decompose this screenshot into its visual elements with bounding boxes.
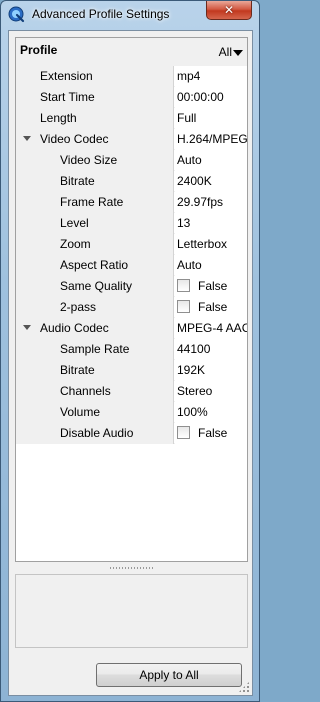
property-name: Same Quality bbox=[32, 276, 174, 297]
property-row[interactable]: Level 13 bbox=[16, 213, 247, 234]
checkbox[interactable] bbox=[177, 300, 190, 314]
property-name: Sample Rate bbox=[32, 339, 174, 360]
property-name: Channels bbox=[32, 381, 174, 402]
property-name: 2-pass bbox=[32, 297, 174, 318]
property-value[interactable]: MPEG-4 AAC bbox=[175, 318, 247, 339]
advanced-profile-settings-window: Advanced Profile Settings ✕ Profile All … bbox=[0, 0, 260, 702]
panel-title: Profile bbox=[20, 43, 58, 57]
row-gutter bbox=[16, 255, 32, 276]
app-icon bbox=[8, 6, 25, 23]
property-name: Volume bbox=[32, 402, 174, 423]
property-value[interactable]: False bbox=[175, 276, 247, 297]
property-value[interactable]: Auto bbox=[175, 150, 247, 171]
property-row[interactable]: Channels Stereo bbox=[16, 381, 247, 402]
property-value[interactable]: 29.97fps bbox=[175, 192, 247, 213]
panel-header: Profile All bbox=[16, 38, 247, 66]
checkbox[interactable] bbox=[177, 279, 190, 293]
row-gutter bbox=[16, 381, 32, 402]
property-row[interactable]: Video CodecH.264/MPEG-4 bbox=[16, 129, 247, 150]
close-button[interactable]: ✕ bbox=[206, 1, 252, 20]
property-value[interactable]: 192K bbox=[175, 360, 247, 381]
row-gutter bbox=[16, 402, 32, 423]
property-rows: Extension mp4 Start Time 00:00:00 Length Full… bbox=[16, 66, 247, 444]
checkbox-value-label: False bbox=[198, 279, 228, 293]
property-row[interactable]: 2-pass False bbox=[16, 297, 247, 318]
property-value[interactable]: 00:00:00 bbox=[175, 87, 247, 108]
dropdown-arrow-icon bbox=[233, 49, 243, 56]
close-icon: ✕ bbox=[223, 3, 235, 17]
property-row[interactable]: Same Quality False bbox=[16, 276, 247, 297]
property-name: Bitrate bbox=[32, 171, 174, 192]
property-row[interactable]: Bitrate 192K bbox=[16, 360, 247, 381]
row-gutter bbox=[16, 192, 32, 213]
filter-dropdown[interactable]: All bbox=[219, 45, 243, 59]
property-name: Aspect Ratio bbox=[32, 255, 174, 276]
property-name: Start Time bbox=[32, 87, 174, 108]
property-value[interactable]: 44100 bbox=[175, 339, 247, 360]
property-name: Frame Rate bbox=[32, 192, 174, 213]
property-row[interactable]: Bitrate 2400K bbox=[16, 171, 247, 192]
property-value[interactable]: 13 bbox=[175, 213, 247, 234]
property-row[interactable]: Video Size Auto bbox=[16, 150, 247, 171]
description-panel bbox=[15, 574, 248, 648]
property-value[interactable]: 100% bbox=[175, 402, 247, 423]
property-row[interactable]: Frame Rate 29.97fps bbox=[16, 192, 247, 213]
property-name: Audio Codec bbox=[32, 318, 174, 339]
row-gutter bbox=[16, 213, 32, 234]
property-value[interactable]: False bbox=[175, 297, 247, 318]
property-row[interactable]: Sample Rate 44100 bbox=[16, 339, 247, 360]
property-value[interactable]: Auto bbox=[175, 255, 247, 276]
property-name: Zoom bbox=[32, 234, 174, 255]
property-name: Video Size bbox=[32, 150, 174, 171]
property-row[interactable]: Volume 100% bbox=[16, 402, 247, 423]
property-row[interactable]: Audio Codec MPEG-4 AAC bbox=[16, 318, 247, 339]
dialog-client-area: Profile All Extension mp4 Start Time 00:00:… bbox=[8, 30, 253, 696]
property-name: Disable Audio bbox=[32, 423, 174, 444]
property-row[interactable]: Extension mp4 bbox=[16, 66, 247, 87]
title-bar[interactable]: Advanced Profile Settings ✕ bbox=[1, 1, 259, 28]
row-gutter bbox=[16, 234, 32, 255]
checkbox-value-label: False bbox=[198, 426, 228, 440]
apply-to-all-button[interactable]: Apply to All bbox=[96, 663, 242, 687]
property-row[interactable]: Zoom Letterbox bbox=[16, 234, 247, 255]
property-row[interactable]: Disable Audio False bbox=[16, 423, 247, 444]
row-gutter bbox=[16, 108, 32, 129]
property-name: Video Codec bbox=[32, 129, 174, 150]
row-gutter bbox=[16, 276, 32, 297]
property-name: Level bbox=[32, 213, 174, 234]
property-value[interactable]: Letterbox bbox=[175, 234, 247, 255]
property-value[interactable]: H.264/MPEG-4 bbox=[175, 129, 247, 150]
row-gutter bbox=[16, 150, 32, 171]
row-gutter bbox=[16, 297, 32, 318]
collapse-arrow-icon[interactable] bbox=[23, 136, 31, 141]
row-gutter bbox=[16, 66, 32, 87]
window-title: Advanced Profile Settings bbox=[32, 7, 170, 21]
property-name: Bitrate bbox=[32, 360, 174, 381]
property-name: Extension bbox=[32, 66, 174, 87]
property-value[interactable]: 2400K bbox=[175, 171, 247, 192]
splitter-grip-dots bbox=[109, 566, 154, 569]
row-gutter bbox=[16, 423, 32, 444]
property-value[interactable]: Full bbox=[175, 108, 247, 129]
collapse-arrow-icon[interactable] bbox=[23, 325, 31, 330]
filter-dropdown-label: All bbox=[218, 45, 232, 59]
panel-splitter[interactable] bbox=[15, 564, 248, 571]
property-value[interactable]: Stereo bbox=[175, 381, 247, 402]
profile-property-grid: Profile All Extension mp4 Start Time 00:00:… bbox=[15, 37, 248, 562]
property-value[interactable]: mp4 bbox=[175, 66, 247, 87]
property-value[interactable]: False bbox=[175, 423, 247, 444]
row-gutter bbox=[16, 171, 32, 192]
property-name: Length bbox=[32, 108, 174, 129]
row-gutter bbox=[16, 360, 32, 381]
property-row[interactable]: Aspect Ratio Auto bbox=[16, 255, 247, 276]
checkbox-value-label: False bbox=[198, 300, 228, 314]
property-row[interactable]: Length Full bbox=[16, 108, 247, 129]
row-gutter bbox=[16, 87, 32, 108]
property-row[interactable]: Start Time 00:00:00 bbox=[16, 87, 247, 108]
row-gutter bbox=[16, 339, 32, 360]
checkbox[interactable] bbox=[177, 426, 190, 440]
